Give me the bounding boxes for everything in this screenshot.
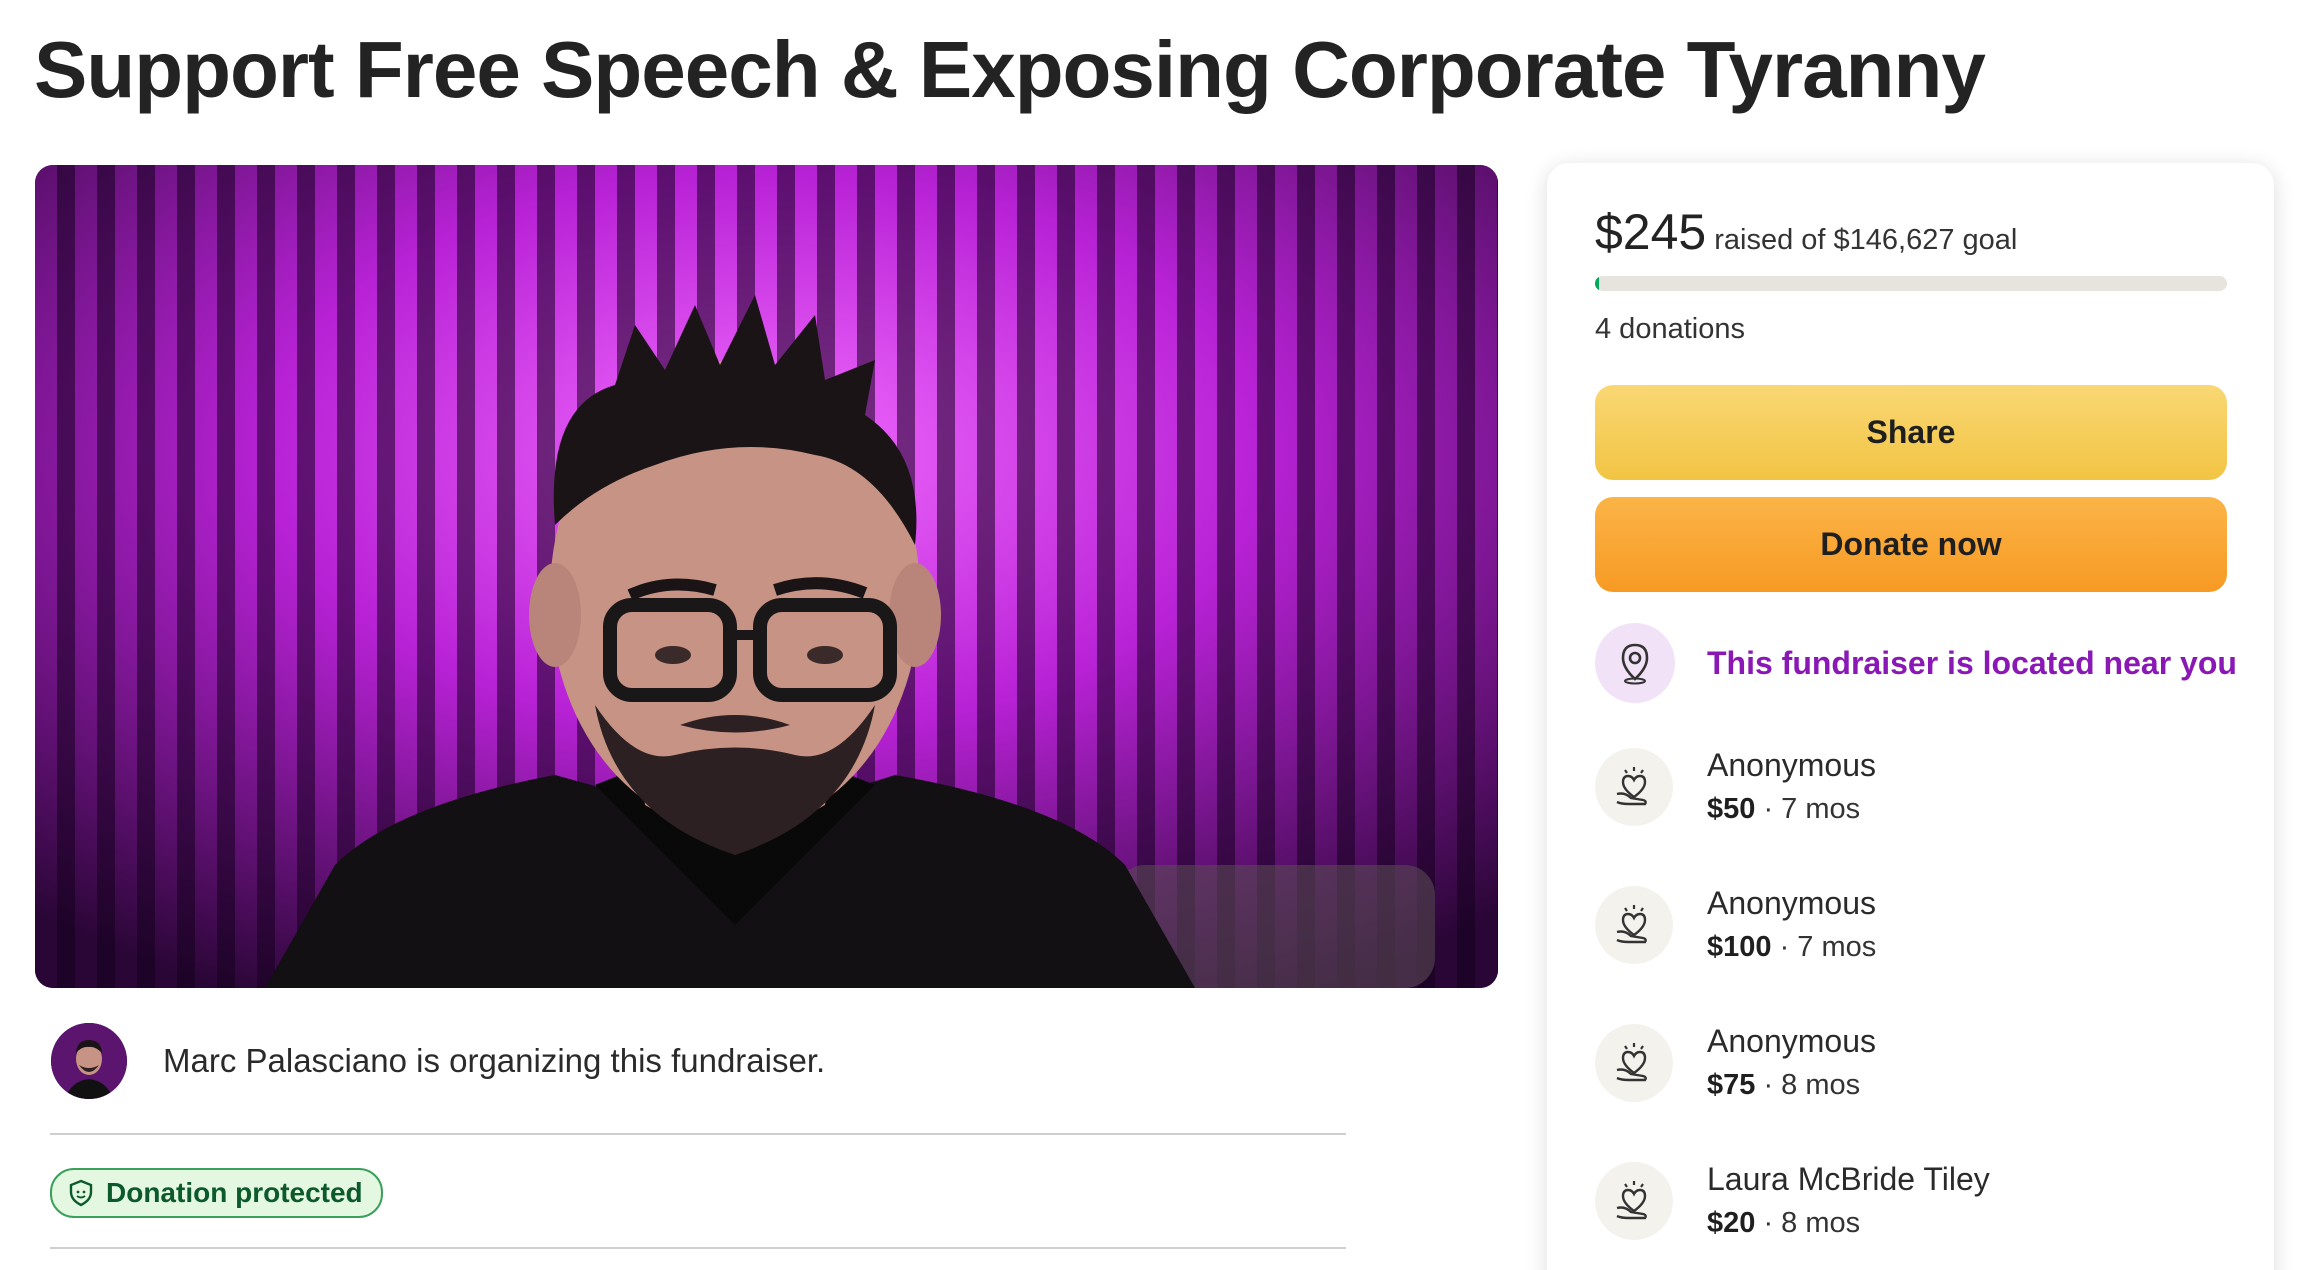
donor-time: · 7 mos [1755, 793, 1861, 825]
heart-hand-icon [1595, 748, 1673, 826]
list-item: Anonymous $100 · 7 mos [1595, 883, 1876, 967]
donation-protected-label: Donation protected [106, 1177, 363, 1208]
page-title: Support Free Speech & Exposing Corporate… [34, 25, 1986, 114]
raised-amount: $245 [1595, 204, 1707, 260]
donation-card: $245 raised of $146,627 goal 4 donations… [1547, 163, 2274, 1270]
location-notice: This fundraiser is located near you [1595, 623, 2237, 703]
list-item: Anonymous $50 · 7 mos [1595, 745, 1876, 829]
donor-time: · 8 mos [1755, 1207, 1861, 1239]
divider [50, 1133, 1346, 1135]
donor-time: · 7 mos [1771, 931, 1877, 963]
progress-bar [1595, 276, 2227, 291]
raised-summary: $245 raised of $146,627 goal [1595, 203, 2017, 261]
hero-photo-illustration [35, 165, 1498, 988]
location-notice-text: This fundraiser is located near you [1707, 644, 2237, 681]
donor-time: · 8 mos [1755, 1069, 1861, 1101]
avatar-illustration [51, 1023, 127, 1099]
organizer-text: Marc Palasciano is organizing this fundr… [163, 1042, 826, 1079]
donor-name: Laura McBride Tiley [1707, 1161, 1990, 1197]
progress-fill [1595, 276, 1600, 291]
donor-amount: $50 [1707, 793, 1756, 825]
donation-protected-badge[interactable]: Donation protected [50, 1168, 383, 1218]
heart-hand-icon [1595, 1024, 1673, 1102]
fundraiser-page: Support Free Speech & Exposing Corporate… [0, 0, 2310, 1270]
shield-icon [69, 1179, 93, 1207]
location-pin-icon [1595, 623, 1675, 703]
donor-amount: $100 [1707, 931, 1772, 963]
organizer-avatar[interactable] [51, 1023, 127, 1099]
raised-goal-text: raised of $146,627 goal [1714, 224, 2018, 256]
list-item: Laura McBride Tiley $20 · 8 mos [1595, 1159, 1990, 1243]
list-item: Anonymous $75 · 8 mos [1595, 1021, 1876, 1105]
share-button[interactable]: Share [1595, 385, 2227, 480]
donor-amount: $75 [1707, 1069, 1756, 1101]
heart-hand-icon [1595, 1162, 1673, 1240]
donor-name: Anonymous [1707, 747, 1876, 783]
divider [50, 1247, 1346, 1249]
donor-amount: $20 [1707, 1207, 1756, 1239]
donations-count: 4 donations [1595, 313, 1745, 345]
heart-hand-icon [1595, 886, 1673, 964]
organizer-row: Marc Palasciano is organizing this fundr… [51, 1023, 825, 1099]
hero-image[interactable] [35, 165, 1498, 988]
donor-name: Anonymous [1707, 885, 1876, 921]
donate-now-button[interactable]: Donate now [1595, 497, 2227, 592]
donor-name: Anonymous [1707, 1023, 1876, 1059]
